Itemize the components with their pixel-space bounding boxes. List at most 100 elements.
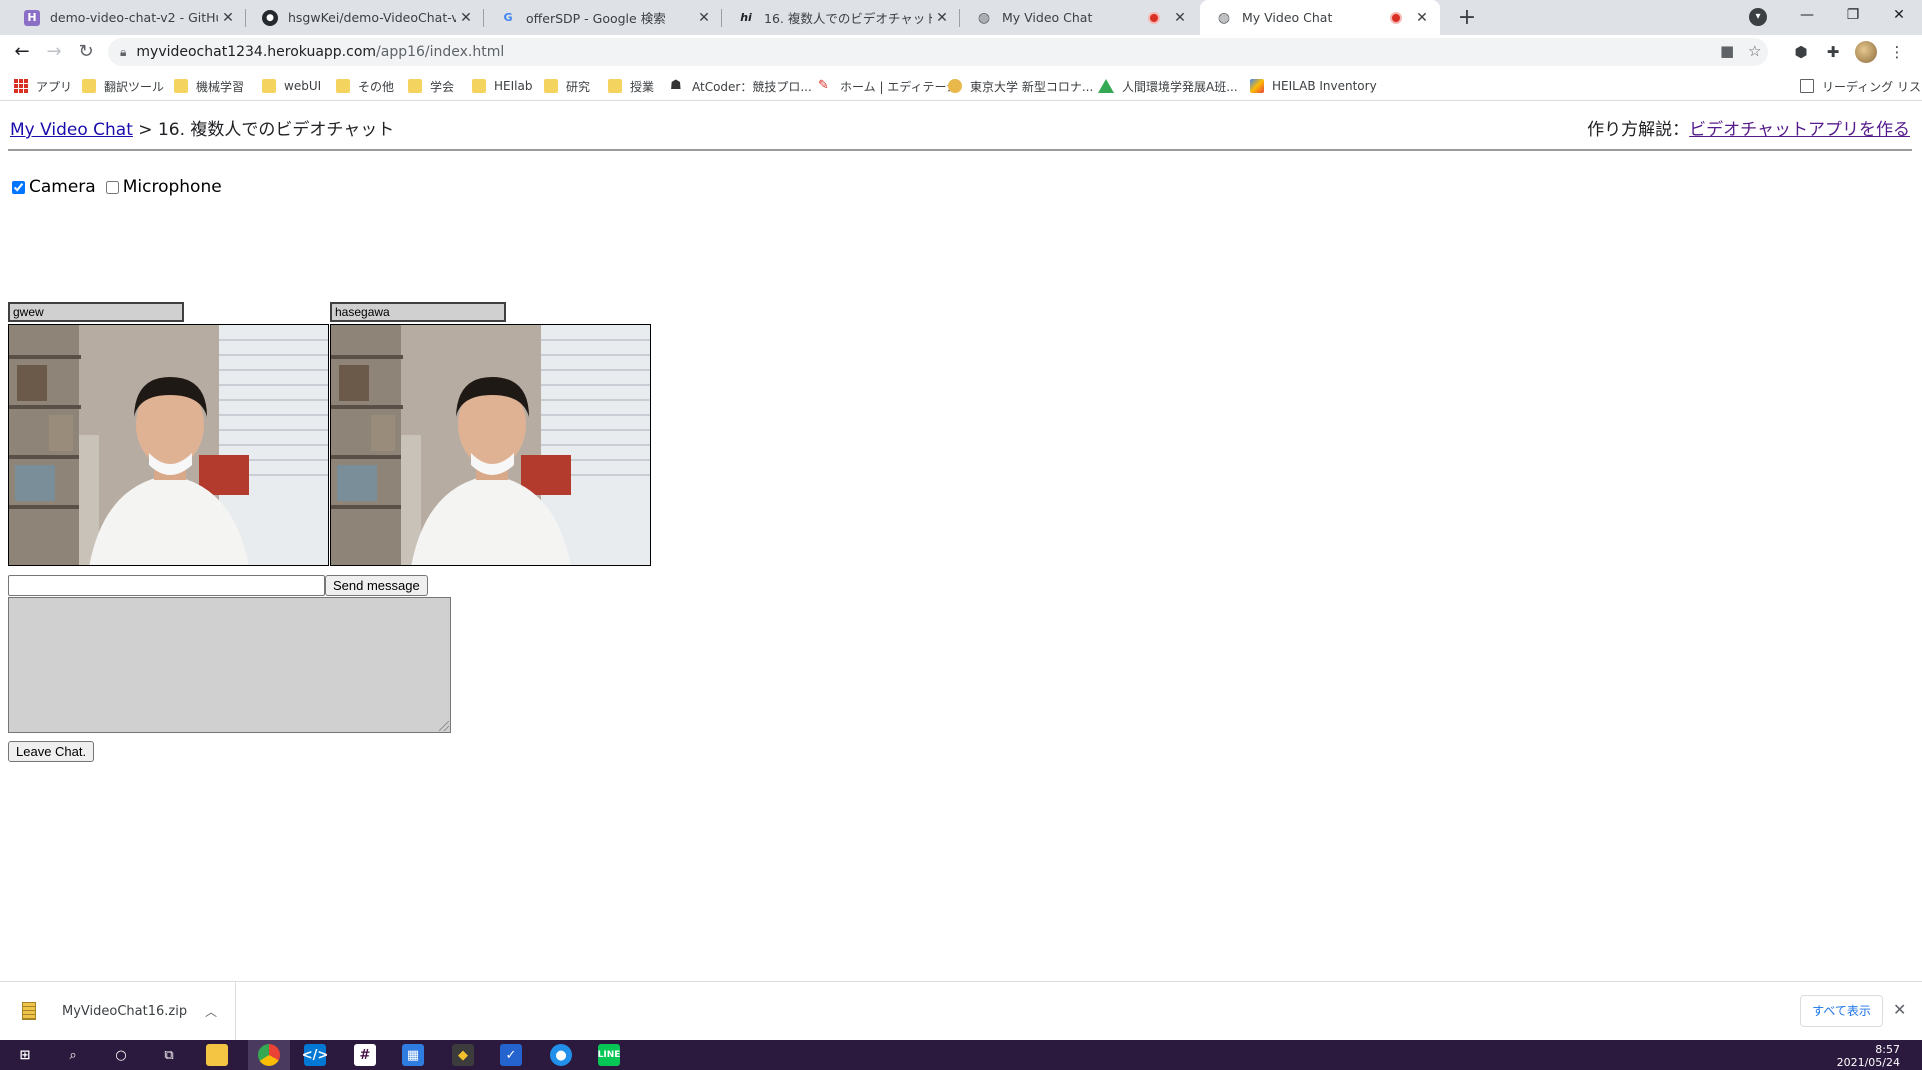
close-icon[interactable]: ✕ xyxy=(456,10,476,26)
todo-icon[interactable]: ✓ xyxy=(500,1044,522,1066)
browser-toolbar: ← → ↻ 🔒︎ myvideochat1234.herokuapp.com/a… xyxy=(0,35,1922,69)
minimize-icon[interactable]: — xyxy=(1784,0,1830,30)
folder-icon xyxy=(262,79,276,93)
apps-grid-icon xyxy=(14,79,28,93)
forward-arrow-icon[interactable]: → xyxy=(42,40,66,64)
bookmark-label: アプリ xyxy=(36,79,73,94)
signal-icon[interactable]: ● xyxy=(550,1044,572,1066)
recording-icon xyxy=(1390,11,1402,24)
chrome-icon[interactable] xyxy=(258,1044,280,1066)
bookmark-utokyo[interactable]: 東京大学 新型コロナ... xyxy=(948,77,1093,95)
slack-icon[interactable]: # xyxy=(354,1044,376,1066)
address-path: /app16/index.html xyxy=(376,44,505,60)
restore-icon[interactable]: ❐ xyxy=(1830,0,1876,30)
file-explorer-icon[interactable] xyxy=(206,1044,228,1066)
tab-github[interactable]: ● hsgwKei/demo-VideoChat-v2: JS ✕ xyxy=(246,0,484,35)
bookmark-star-icon[interactable]: ☆ xyxy=(1748,42,1761,60)
microphone-label[interactable]: Microphone xyxy=(123,177,222,197)
bookmark-conference[interactable]: 学会 xyxy=(408,77,454,95)
media-controls: Camera Microphone xyxy=(10,177,230,197)
extension-shield-icon[interactable]: ⬢ xyxy=(1792,43,1810,61)
microphone-checkbox[interactable] xyxy=(105,180,119,194)
tab-title: My Video Chat xyxy=(1002,10,1093,25)
download-shelf: MyVideoChat16.zip ︿ すべて表示 ✕ xyxy=(0,981,1922,1040)
bookmark-research[interactable]: 研究 xyxy=(544,77,590,95)
bookmark-label: 機械学習 xyxy=(196,79,245,94)
bookmark-apps[interactable]: アプリ xyxy=(14,77,72,95)
send-message-button[interactable]: Send message xyxy=(325,575,428,596)
system-clock[interactable]: 8:57 2021/05/24 xyxy=(1837,1043,1900,1069)
new-tab-button[interactable]: + xyxy=(1453,4,1481,32)
video-feed-local xyxy=(8,324,329,566)
folder-icon xyxy=(82,79,96,93)
message-input[interactable] xyxy=(8,575,325,596)
folder-icon xyxy=(608,79,622,93)
reading-list[interactable]: リーディング リスト xyxy=(1800,77,1922,95)
extensions-puzzle-icon[interactable]: ✚ xyxy=(1824,43,1842,61)
show-all-downloads-button[interactable]: すべて表示 xyxy=(1800,995,1883,1027)
calendar-icon[interactable]: ▦ xyxy=(402,1044,424,1066)
address-host: myvideochat1234.herokuapp.com xyxy=(136,44,377,60)
tab-google-search[interactable]: G offerSDP - Google 検索 ✕ xyxy=(484,0,722,35)
download-filename: MyVideoChat16.zip xyxy=(62,1003,188,1019)
bookmark-atcoder[interactable]: ☗ AtCoder：競技プロ... xyxy=(670,77,812,95)
camera-in-use-icon[interactable]: ■ xyxy=(1720,42,1734,60)
camera-checkbox[interactable] xyxy=(12,180,25,194)
close-icon[interactable]: ✕ xyxy=(932,10,952,26)
peer-name-field[interactable]: hasegawa xyxy=(330,302,506,322)
download-item[interactable]: MyVideoChat16.zip ︿ xyxy=(0,982,236,1040)
task-view-icon[interactable]: ⧉ xyxy=(158,1044,180,1066)
search-icon[interactable]: ⌕ xyxy=(62,1044,84,1066)
close-icon[interactable]: ✕ xyxy=(218,10,238,26)
lock-icon[interactable]: 🔒︎ xyxy=(120,45,126,60)
reading-list-icon xyxy=(1800,79,1814,93)
line-icon[interactable]: LINE xyxy=(598,1044,620,1066)
git-client-icon[interactable]: ◆ xyxy=(452,1044,474,1066)
bookmark-webui[interactable]: webUI xyxy=(262,77,321,95)
bookmark-classes[interactable]: 授業 xyxy=(608,77,654,95)
bookmark-machine-learning[interactable]: 機械学習 xyxy=(174,77,244,95)
bookmark-drive[interactable]: 人間環境学発展A班... xyxy=(1098,77,1238,95)
bookmark-label: 東京大学 新型コロナ... xyxy=(970,79,1094,94)
tab-my-video-chat-2[interactable]: ◍ My Video Chat ✕ xyxy=(1200,0,1440,35)
hackmd-icon: H xyxy=(24,9,40,26)
chat-log-textarea[interactable] xyxy=(8,597,451,733)
tab-my-video-chat-1[interactable]: ◍ My Video Chat ✕ xyxy=(960,0,1198,35)
windows-start-icon[interactable]: ⊞ xyxy=(14,1044,36,1066)
bookmark-heilab-inventory[interactable]: HEILAB Inventory xyxy=(1250,77,1377,95)
window-close-icon[interactable]: ✕ xyxy=(1876,0,1922,30)
github-icon: ● xyxy=(262,9,278,26)
tab-hackmd[interactable]: H demo-video-chat-v2 - GitHub | H ✕ xyxy=(8,0,246,35)
close-icon[interactable]: ✕ xyxy=(1893,1000,1906,1019)
howto-link[interactable]: ビデオチャットアプリを作る xyxy=(1689,120,1910,140)
tab-title: hsgwKei/demo-VideoChat-v2: JS xyxy=(288,10,456,25)
tab-search-icon[interactable]: ▾ xyxy=(1749,8,1767,26)
back-arrow-icon[interactable]: ← xyxy=(10,40,34,64)
recording-icon xyxy=(1148,11,1160,24)
close-icon[interactable]: ✕ xyxy=(1170,10,1190,26)
reload-icon[interactable]: ↻ xyxy=(74,40,98,64)
resize-grip-icon[interactable] xyxy=(439,721,449,731)
close-icon[interactable]: ✕ xyxy=(694,10,714,26)
leave-chat-button[interactable]: Leave Chat. xyxy=(8,741,95,762)
chevron-up-icon[interactable]: ︿ xyxy=(205,1003,217,1020)
tab-hiroba[interactable]: hi 16. 複数人でのビデオチャット ✕ xyxy=(722,0,960,35)
profile-avatar[interactable] xyxy=(1855,41,1877,63)
breadcrumb-home-link[interactable]: My Video Chat xyxy=(10,120,133,140)
bookmark-editage[interactable]: ✎ ホーム | エディテージ xyxy=(818,77,958,95)
folder-icon xyxy=(336,79,350,93)
cortana-icon[interactable]: ○ xyxy=(110,1044,132,1066)
vscode-icon[interactable]: </> xyxy=(302,1044,328,1066)
heilab-icon xyxy=(1250,79,1264,93)
video-frame xyxy=(9,325,328,565)
atcoder-icon: ☗ xyxy=(670,78,682,93)
address-bar[interactable]: 🔒︎ myvideochat1234.herokuapp.com/app16/i… xyxy=(108,38,1768,66)
bookmark-translation-tools[interactable]: 翻訳ツール xyxy=(82,77,164,95)
camera-label[interactable]: Camera xyxy=(29,177,96,197)
peer-name-field[interactable]: gwew xyxy=(8,302,184,322)
bookmark-heilab[interactable]: HEIlab xyxy=(472,77,532,95)
close-icon[interactable]: ✕ xyxy=(1412,10,1432,26)
clock-time: 8:57 xyxy=(1875,1043,1900,1056)
bookmark-other[interactable]: その他 xyxy=(336,77,394,95)
menu-kebab-icon[interactable]: ⋮ xyxy=(1888,43,1906,61)
